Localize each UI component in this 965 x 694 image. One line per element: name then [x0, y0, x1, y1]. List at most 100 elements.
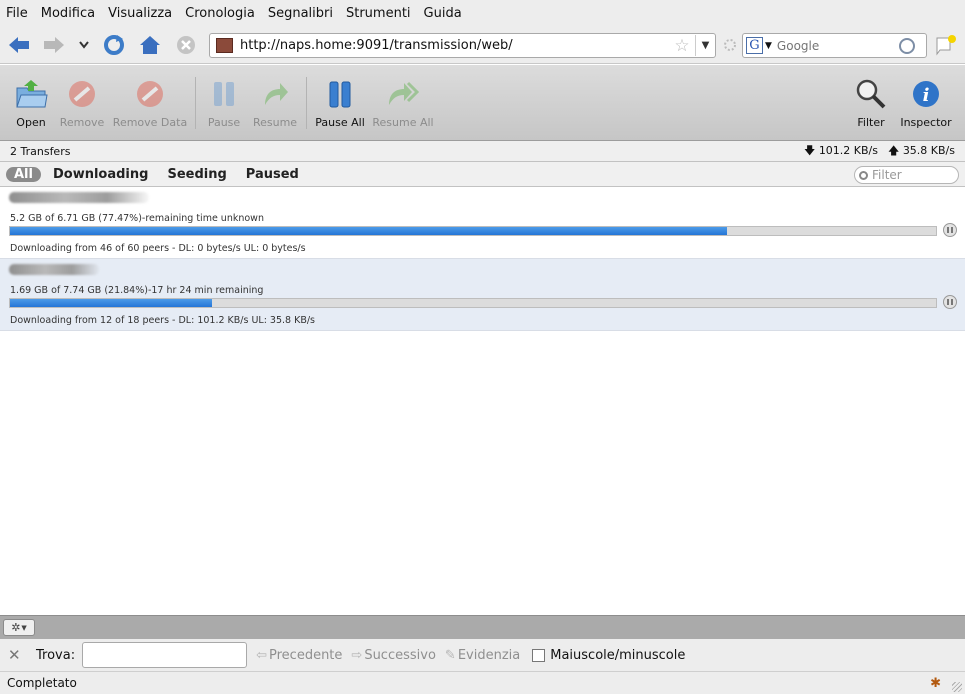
- torrent-progress-fill: [10, 227, 728, 235]
- resize-grip-icon[interactable]: [952, 682, 962, 692]
- forward-arrow-icon: [44, 37, 64, 53]
- chevron-down-icon: [79, 41, 89, 49]
- filter-input[interactable]: Filter: [854, 166, 959, 184]
- site-favicon-icon: [216, 38, 233, 53]
- menu-modifica[interactable]: Modifica: [41, 6, 95, 21]
- find-previous-button[interactable]: ⇦ Precedente: [256, 648, 342, 663]
- settings-bar: ✲ ▼: [0, 615, 965, 639]
- search-icon: [859, 170, 868, 180]
- transfer-count: 2 Transfers: [10, 144, 71, 158]
- browser-status-bar: Completato ✱: [0, 671, 965, 694]
- address-url[interactable]: http://naps.home:9091/transmission/web/: [240, 38, 673, 53]
- torrent-pause-button[interactable]: [943, 295, 957, 309]
- torrent-progress-bar: [9, 226, 937, 236]
- search-engine-dropdown-icon[interactable]: ▼: [765, 41, 772, 51]
- search-icon[interactable]: [898, 37, 915, 54]
- torrent-peers-text: Downloading from 12 of 18 peers - DL: 10…: [10, 315, 315, 326]
- home-button[interactable]: [138, 33, 162, 57]
- match-case-label: Maiuscole/minuscole: [550, 647, 686, 663]
- find-next-button[interactable]: ⇨ Successivo: [351, 648, 436, 663]
- highlight-button[interactable]: ✎ Evidenzia: [445, 648, 520, 663]
- menu-file[interactable]: File: [6, 6, 28, 21]
- find-previous-label: Precedente: [269, 647, 343, 663]
- inspector-label: Inspector: [900, 116, 952, 129]
- search-bar[interactable]: G ▼: [742, 33, 927, 58]
- search-input[interactable]: [776, 38, 895, 53]
- inspector-button[interactable]: i Inspector: [900, 65, 952, 141]
- toolbar-separator: [306, 77, 307, 129]
- resume-icon: [257, 78, 293, 110]
- home-icon: [140, 36, 160, 54]
- chevron-down-icon: ▼: [21, 623, 27, 632]
- torrent-row[interactable]: 5.2 GB of 6.71 GB (77.47%)-remaining tim…: [0, 187, 965, 259]
- transmission-toolbar: Open Remove Remove Data Pause Resume Pau…: [0, 65, 965, 141]
- remove-button[interactable]: Remove: [60, 65, 104, 141]
- address-dropdown-button[interactable]: ▼: [695, 35, 715, 56]
- remove-label: Remove: [59, 116, 105, 129]
- find-next-label: Successivo: [364, 647, 436, 663]
- search-engine-icon[interactable]: G: [746, 37, 763, 54]
- menu-visualizza[interactable]: Visualizza: [108, 6, 172, 21]
- filter-downloading[interactable]: Downloading: [53, 167, 148, 182]
- toolbar-separator: [195, 77, 196, 129]
- address-bar[interactable]: http://naps.home:9091/transmission/web/ …: [209, 33, 716, 58]
- reload-button[interactable]: [102, 33, 126, 57]
- transfer-status-bar: 2 Transfers 🡇 101.2 KB/s 🡅 35.8 KB/s: [0, 141, 965, 162]
- menu-segnalibri[interactable]: Segnalibri: [268, 6, 333, 21]
- open-button[interactable]: Open: [12, 65, 50, 141]
- reload-icon: [104, 35, 124, 55]
- resume-all-button[interactable]: Resume All: [372, 65, 434, 141]
- navigation-toolbar: http://naps.home:9091/transmission/web/ …: [0, 26, 965, 64]
- torrent-progress-fill: [10, 299, 213, 307]
- pause-label: Pause: [207, 116, 241, 129]
- bookmark-star-icon[interactable]: ☆: [673, 37, 691, 55]
- menu-cronologia[interactable]: Cronologia: [185, 6, 255, 21]
- highlight-icon: ✎: [444, 647, 456, 663]
- filter-label: Filter: [857, 116, 885, 129]
- upload-arrow-icon: 🡅: [888, 143, 900, 157]
- resume-button[interactable]: Resume: [253, 65, 297, 141]
- checkbox-box[interactable]: [532, 648, 546, 662]
- close-icon[interactable]: ✕: [8, 646, 22, 664]
- stop-button[interactable]: [174, 33, 198, 57]
- upload-speed-value: 35.8 KB/s: [902, 143, 955, 157]
- filter-seeding[interactable]: Seeding: [167, 167, 226, 182]
- loading-throbber-icon: [718, 33, 742, 57]
- remove-icon: [64, 78, 100, 110]
- svg-text:i: i: [923, 85, 930, 106]
- torrent-peers-text: Downloading from 46 of 60 peers - DL: 0 …: [10, 243, 306, 254]
- pause-button[interactable]: Pause: [206, 65, 242, 141]
- menu-bar: File Modifica Visualizza Cronologia Segn…: [0, 0, 965, 26]
- next-arrow-icon: ⇨: [351, 647, 363, 663]
- download-arrow-icon: 🡇: [804, 143, 816, 157]
- back-button[interactable]: [7, 33, 31, 57]
- notes-icon[interactable]: [933, 33, 959, 57]
- back-arrow-icon: [9, 37, 29, 53]
- torrent-progress-text: 5.2 GB of 6.71 GB (77.47%)-remaining tim…: [10, 213, 264, 224]
- remove-data-button[interactable]: Remove Data: [113, 65, 187, 141]
- filter-all[interactable]: All: [6, 166, 41, 182]
- resume-all-icon: [385, 78, 421, 110]
- find-input[interactable]: [82, 642, 248, 668]
- find-bar: ✕ Trova: ⇦ Precedente ⇨ Successivo ✎ Evi…: [0, 639, 965, 671]
- resume-label: Resume: [252, 116, 298, 129]
- forward-button[interactable]: [42, 33, 66, 57]
- torrent-row[interactable]: 1.69 GB of 7.74 GB (21.84%)-17 hr 24 min…: [0, 259, 965, 331]
- torrent-progress-text: 1.69 GB of 7.74 GB (21.84%)-17 hr 24 min…: [10, 285, 264, 296]
- firebug-icon[interactable]: ✱: [930, 676, 941, 691]
- previous-arrow-icon: ⇦: [256, 647, 267, 663]
- filter-button[interactable]: Filter: [853, 65, 889, 141]
- info-icon: i: [908, 78, 944, 110]
- pause-all-button[interactable]: Pause All: [315, 65, 365, 141]
- match-case-checkbox[interactable]: Maiuscole/minuscole: [532, 648, 685, 663]
- settings-button[interactable]: ✲ ▼: [3, 619, 35, 636]
- status-text: Completato: [7, 676, 77, 690]
- filter-paused[interactable]: Paused: [246, 167, 299, 182]
- magnifier-icon: [853, 78, 889, 110]
- menu-guida[interactable]: Guida: [424, 6, 462, 21]
- menu-strumenti[interactable]: Strumenti: [346, 6, 411, 21]
- torrent-pause-button[interactable]: [943, 223, 957, 237]
- highlight-label: Evidenzia: [457, 647, 521, 663]
- upload-speed: 🡅 35.8 KB/s: [888, 142, 955, 161]
- history-dropdown-button[interactable]: [73, 33, 95, 57]
